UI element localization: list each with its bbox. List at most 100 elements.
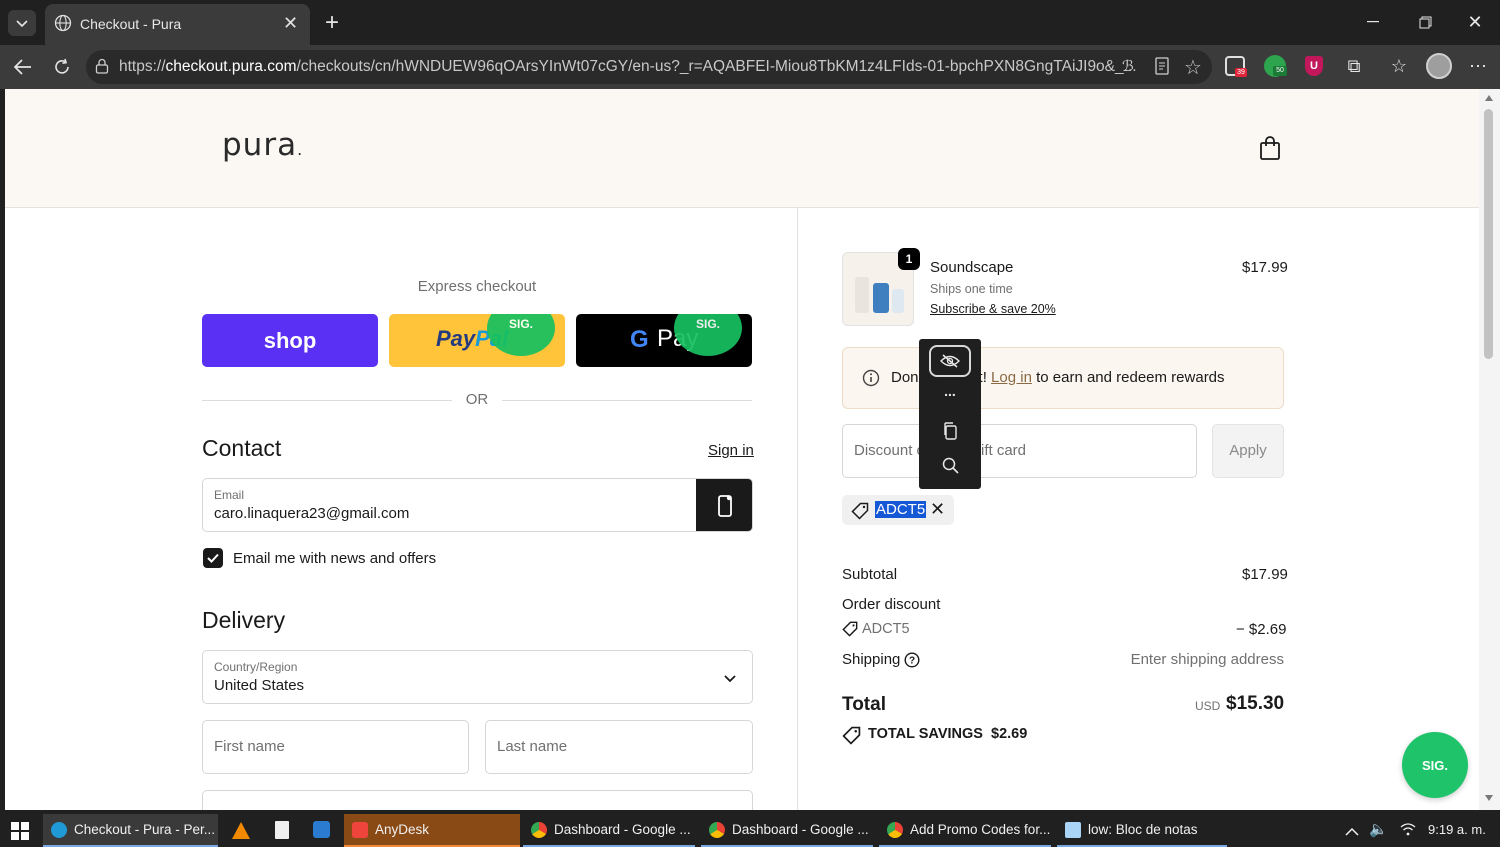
- reader-view-icon[interactable]: [1154, 57, 1170, 80]
- delivery-heading: Delivery: [202, 607, 286, 633]
- tab-close-icon[interactable]: ✕: [283, 13, 298, 34]
- newsletter-label: Email me with news and offers: [233, 550, 437, 567]
- total-value: $15.30: [1226, 693, 1285, 714]
- order-discount-label: Order discount: [842, 596, 941, 613]
- wifi-icon[interactable]: [1400, 822, 1416, 839]
- paypal-button[interactable]: PayPal SIG.: [389, 314, 565, 367]
- browser-toolbar: https://checkout.pura.com/checkouts/cn/h…: [0, 45, 1500, 89]
- log-in-link[interactable]: Log in: [991, 369, 1032, 386]
- page-scrollbar[interactable]: [1479, 89, 1500, 810]
- taskbar-chrome-dashboard-1[interactable]: Dashboard - Google ...: [523, 814, 695, 847]
- chrome-icon: [709, 821, 725, 838]
- last-name-placeholder: Last name: [497, 738, 568, 755]
- search-icon[interactable]: [942, 457, 959, 479]
- floating-sig-button[interactable]: SIG.: [1402, 732, 1468, 798]
- taskbar-chrome-dashboard-2[interactable]: Dashboard - Google ...: [701, 814, 873, 847]
- taskbar-app-blue-icon[interactable]: [313, 821, 330, 838]
- minimize-window-icon[interactable]: [1358, 8, 1388, 36]
- remove-code-icon[interactable]: ✕: [930, 499, 945, 520]
- taskbar-item-label: AnyDesk: [375, 822, 430, 837]
- country-select-value: United States: [214, 677, 305, 694]
- shipping-value: Enter shipping address: [1130, 651, 1284, 668]
- svg-text:?: ?: [909, 656, 915, 667]
- extension-green-icon[interactable]: 50: [1264, 55, 1287, 77]
- pura-logo[interactable]: pura.: [222, 127, 303, 163]
- or-divider-label: OR: [465, 391, 489, 408]
- more-menu-icon[interactable]: ⋯: [1466, 55, 1490, 77]
- tab-title: Checkout - Pura: [80, 16, 182, 32]
- express-checkout-title: Express checkout: [417, 278, 537, 295]
- chrome-icon: [531, 821, 547, 838]
- email-field[interactable]: Email caro.linaquera23@gmail.com: [202, 478, 753, 532]
- last-name-field[interactable]: Last name: [485, 720, 753, 774]
- scroll-up-arrow-icon[interactable]: [1485, 95, 1493, 101]
- copy-icon[interactable]: [943, 422, 958, 445]
- read-aloud-icon[interactable]: ℬ: [1122, 57, 1134, 75]
- url-scheme: https://: [119, 58, 166, 75]
- windows-taskbar: Checkout - Pura - Per... AnyDesk Dashboa…: [0, 810, 1500, 847]
- hide-eye-button[interactable]: [929, 345, 971, 377]
- shopping-bag-icon[interactable]: [1259, 136, 1281, 165]
- extension-record-icon[interactable]: 39: [1225, 56, 1247, 77]
- total-label: Total: [842, 694, 886, 715]
- scrollbar-thumb[interactable]: [1484, 109, 1493, 359]
- taskbar-anydesk[interactable]: AnyDesk: [344, 814, 520, 847]
- scroll-down-arrow-icon[interactable]: [1485, 795, 1493, 801]
- newsletter-checkbox[interactable]: [203, 548, 223, 568]
- apply-label: Apply: [1229, 442, 1267, 459]
- extension-shield-icon[interactable]: U: [1305, 56, 1323, 76]
- tab-list-chevron-icon[interactable]: [8, 10, 36, 36]
- reload-icon[interactable]: [49, 54, 75, 80]
- browser-tab-active[interactable]: Checkout - Pura ✕: [45, 4, 310, 45]
- volume-icon[interactable]: 🔈: [1369, 820, 1388, 838]
- address-bar[interactable]: https://checkout.pura.com/checkouts/cn/h…: [86, 50, 1212, 84]
- url-path: /checkouts/cn/hWNDUEW96qOArsYInWt07cGY/e…: [296, 58, 1137, 75]
- taskbar-clock[interactable]: 9:19 a. m.: [1428, 822, 1486, 837]
- autofill-phone-button[interactable]: [696, 479, 752, 531]
- quantity-badge: 1: [898, 248, 920, 270]
- globe-icon: [54, 14, 72, 35]
- tray-chevron-up-icon[interactable]: [1345, 824, 1359, 839]
- country-select[interactable]: Country/Region United States: [202, 650, 753, 704]
- next-address-field[interactable]: [202, 790, 753, 810]
- first-name-field[interactable]: First name: [202, 720, 469, 774]
- tag-icon: [851, 502, 869, 525]
- checkmark-icon: [207, 553, 219, 563]
- profile-avatar[interactable]: [1426, 53, 1452, 79]
- taskbar-chrome-promo-codes[interactable]: Add Promo Codes for...: [879, 814, 1051, 847]
- subscribe-link[interactable]: Subscribe & save 20%: [930, 302, 1056, 316]
- extensions-puzzle-icon[interactable]: ⧉: [1343, 55, 1365, 77]
- paypal-label-pay: Pay: [436, 326, 476, 351]
- contact-heading: Contact: [202, 435, 282, 461]
- favorites-icon[interactable]: ☆: [1387, 55, 1411, 77]
- taskbar-edge-checkout[interactable]: Checkout - Pura - Per...: [43, 814, 218, 847]
- chevron-down-icon: [723, 671, 737, 689]
- floating-sig-label: SIG.: [1421, 757, 1448, 773]
- favorite-star-icon[interactable]: ☆: [1184, 55, 1202, 80]
- close-window-icon[interactable]: ✕: [1460, 8, 1490, 36]
- taskbar-notepad[interactable]: low: Bloc de notas: [1057, 814, 1227, 847]
- lock-icon: [95, 58, 109, 79]
- taskbar-item-label: Dashboard - Google ...: [554, 822, 691, 837]
- apply-discount-button[interactable]: Apply: [1212, 424, 1284, 478]
- selection-popup-toolbar: ...: [919, 339, 981, 489]
- shop-pay-button[interactable]: shop: [202, 314, 378, 367]
- rewards-text-prefix: Don: [891, 369, 919, 386]
- google-pay-button[interactable]: G Pay SIG.: [576, 314, 752, 367]
- eye-slash-icon: [940, 354, 960, 368]
- product-name: Soundscape: [930, 259, 1014, 276]
- new-tab-plus-icon[interactable]: +: [318, 9, 346, 37]
- or-divider-right: [502, 400, 752, 401]
- sig-badge-label: SIG.: [508, 317, 533, 331]
- sign-in-link[interactable]: Sign in: [708, 442, 754, 459]
- taskbar-file-icon[interactable]: [275, 821, 289, 839]
- taskbar-vlc-icon[interactable]: [232, 822, 250, 839]
- windows-start-icon[interactable]: [11, 822, 29, 840]
- restore-window-icon[interactable]: [1410, 8, 1440, 36]
- help-circle-icon[interactable]: ?: [904, 652, 920, 673]
- site-header: pura.: [5, 89, 1479, 208]
- discount-code-input[interactable]: Discount c ift card: [842, 424, 1197, 478]
- chrome-icon: [887, 821, 903, 838]
- more-options-icon[interactable]: ...: [919, 383, 981, 399]
- back-arrow-icon[interactable]: [10, 54, 36, 80]
